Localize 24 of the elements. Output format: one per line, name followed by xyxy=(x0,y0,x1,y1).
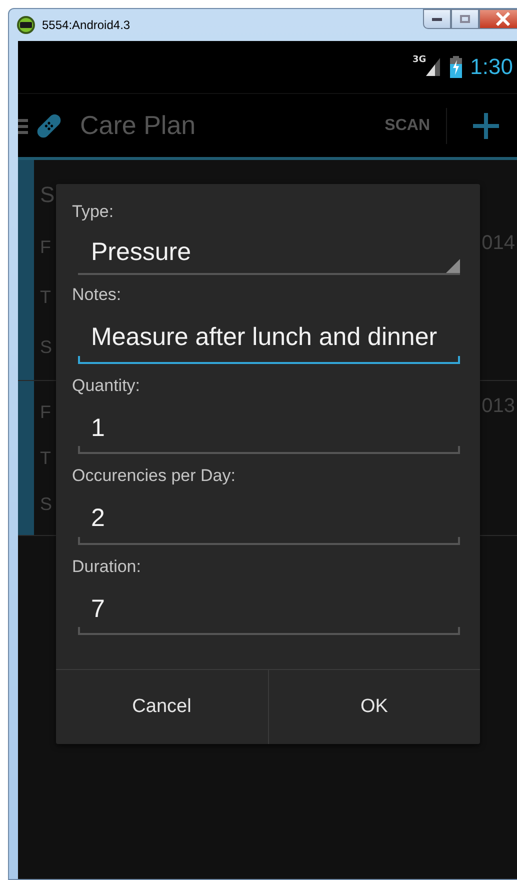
app-title: Care Plan xyxy=(80,110,196,141)
window-title: 5554:Android4.3 xyxy=(42,18,130,32)
dropdown-corner-icon xyxy=(446,259,460,273)
input-field[interactable]: 2 xyxy=(78,498,460,544)
network-type: 3G xyxy=(412,55,426,65)
field-label: Occurencies per Day: xyxy=(72,466,236,486)
cancel-button[interactable]: Cancel xyxy=(56,670,268,744)
field-label: Notes: xyxy=(72,285,122,305)
maximize-button[interactable] xyxy=(451,9,479,29)
field-label: Type: xyxy=(72,202,115,222)
close-button[interactable] xyxy=(479,9,517,29)
battery-icon xyxy=(450,56,462,78)
emulator-icon xyxy=(16,15,36,35)
field-label: Duration: xyxy=(72,556,142,576)
minimize-button[interactable] xyxy=(423,9,451,29)
input-field[interactable]: 1 xyxy=(78,408,460,454)
input-field[interactable]: Measure after lunch and dinner xyxy=(78,317,460,364)
signal-icon xyxy=(426,58,440,76)
clock: 1:30 xyxy=(470,54,513,80)
ok-button[interactable]: OK xyxy=(268,670,480,744)
field-label: Quantity: xyxy=(72,376,142,396)
type-dropdown[interactable]: Pressure xyxy=(78,234,460,275)
input-field[interactable]: 7 xyxy=(78,588,460,635)
close-icon[interactable] xyxy=(495,12,511,26)
